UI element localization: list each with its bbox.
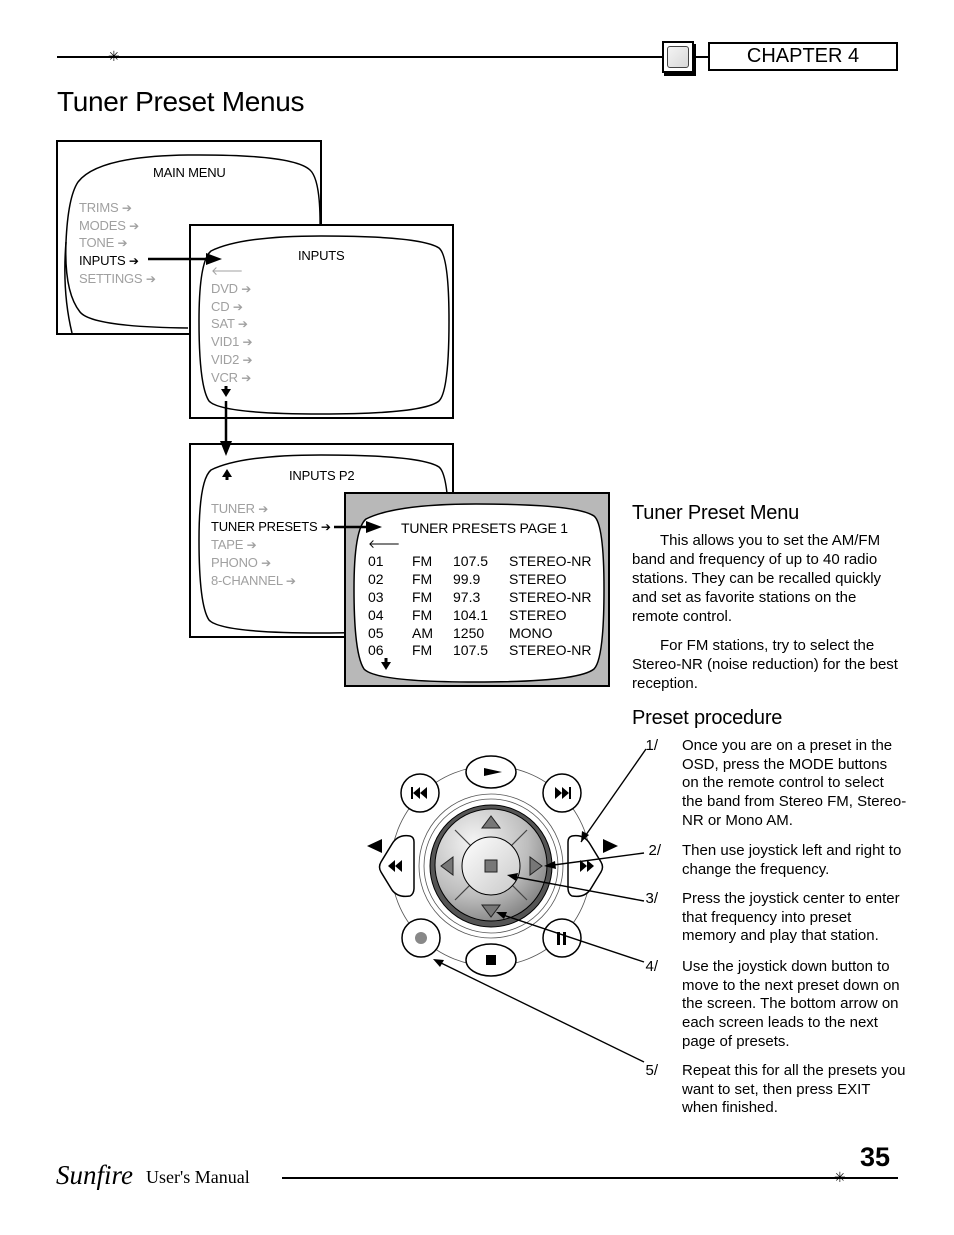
- osd-item-tuner[interactable]: TUNER ➔: [211, 500, 268, 518]
- joystick[interactable]: [429, 804, 553, 928]
- arrow-right-icon: ➔: [237, 317, 248, 331]
- arrow-right-icon: ➔: [129, 219, 139, 233]
- arrow-right-icon: ➔: [145, 272, 156, 286]
- pause-icon: [557, 932, 566, 945]
- rewind-icon: [388, 860, 402, 872]
- osd-item-cd[interactable]: CD ➔: [211, 298, 243, 316]
- osd-title: INPUTS: [298, 248, 345, 263]
- osd-item-trims[interactable]: TRIMS ➔: [79, 199, 132, 217]
- mode-left-icon[interactable]: [367, 839, 382, 853]
- osd-item-vid2[interactable]: VID2 ➔: [211, 351, 253, 369]
- pause-button[interactable]: [542, 918, 582, 958]
- connector-line: [694, 56, 708, 58]
- arrow-right-icon: ➔: [285, 574, 296, 588]
- footer-rule: [282, 1177, 898, 1179]
- chapter-label: CHAPTER 4: [708, 42, 898, 71]
- manual-label: User's Manual: [146, 1167, 250, 1187]
- mode-right-icon[interactable]: [603, 839, 618, 853]
- osd-item-phono[interactable]: PHONO ➔: [211, 554, 271, 572]
- back-arrow-icon[interactable]: 🡐: [211, 262, 243, 280]
- arrow-right-icon: ➔: [121, 201, 132, 215]
- osd-item-vid1[interactable]: VID1 ➔: [211, 333, 253, 351]
- joystick-up-icon[interactable]: [481, 815, 501, 829]
- osd-item-inputs[interactable]: INPUTS ➔: [79, 252, 139, 270]
- outer-ring: [390, 765, 592, 967]
- osd-item-sat[interactable]: SAT ➔: [211, 315, 248, 333]
- rewind-button[interactable]: [378, 834, 415, 898]
- arrow-right-icon: ➔: [128, 254, 139, 268]
- callout-line-step-5: [436, 960, 645, 1063]
- joystick-left-icon[interactable]: [440, 856, 454, 876]
- section-heading-tuner-preset-menu: Tuner Preset Menu: [632, 502, 800, 524]
- tv-icon: [662, 41, 694, 73]
- previous-icon: [411, 787, 427, 799]
- next-button[interactable]: [542, 773, 582, 813]
- play-icon: [484, 768, 502, 776]
- osd-item-modes[interactable]: MODES ➔: [79, 217, 139, 235]
- fast-forward-icon: [580, 860, 594, 872]
- osd-title: TUNER PRESETS PAGE 1: [401, 520, 568, 536]
- stop-icon: [486, 955, 496, 965]
- osd-item-8-channel[interactable]: 8-CHANNEL ➔: [211, 572, 296, 590]
- arrow-right-icon: ➔: [320, 520, 331, 534]
- arrow-right-icon: ➔: [258, 502, 269, 516]
- osd-item-tuner-presets[interactable]: TUNER PRESETS ➔: [211, 518, 331, 536]
- play-button[interactable]: [465, 755, 517, 789]
- brand-logo: Sunfire: [56, 1160, 133, 1190]
- osd-title: INPUTS P2: [289, 468, 355, 483]
- paragraph: This allows you to set the AM/FM band an…: [632, 532, 882, 625]
- osd-tuner-presets: TUNER PRESETS PAGE 1 🡐 01 FM 107.5 STERE…: [344, 492, 610, 687]
- callout-line-step-4: [499, 913, 645, 963]
- arrow-right-icon: ➔: [242, 335, 253, 349]
- page-title: Tuner Preset Menus: [57, 86, 305, 117]
- arrow-right-icon: ➔: [241, 371, 252, 385]
- arrow-right-icon: ➔: [232, 300, 243, 314]
- osd-item-vcr[interactable]: VCR ➔: [211, 369, 251, 387]
- callout-line-step-1: [580, 748, 647, 843]
- osd-item-settings[interactable]: SETTINGS ➔: [79, 270, 156, 288]
- record-button[interactable]: [401, 918, 441, 958]
- record-icon: [415, 932, 427, 944]
- callout-line-step-3: [509, 875, 645, 902]
- osd-item-tone[interactable]: TONE ➔: [79, 234, 128, 252]
- arrow-right-icon: ➔: [242, 353, 253, 367]
- osd-item-tape[interactable]: TAPE ➔: [211, 536, 257, 554]
- arrow-right-icon: ➔: [246, 538, 257, 552]
- stop-square-icon: [484, 859, 498, 873]
- arrow-right-icon: ➔: [241, 282, 252, 296]
- osd-inputs-menu: INPUTS 🡐 DVD ➔ CD ➔ SAT ➔ VID1 ➔ VID2 ➔ …: [189, 224, 454, 419]
- star-ornament-icon: ✳: [834, 1170, 846, 1186]
- section-heading-preset-procedure: Preset procedure: [632, 707, 783, 729]
- joystick-right-icon[interactable]: [529, 856, 543, 876]
- joystick-center-button[interactable]: [461, 836, 521, 896]
- arrow-right-icon: ➔: [117, 236, 128, 250]
- next-icon: [555, 787, 571, 799]
- header-rule: [57, 56, 667, 58]
- callout-line-step-2: [545, 852, 645, 867]
- arrow-right-icon: ➔: [261, 556, 271, 570]
- star-ornament-icon: ✳: [108, 49, 120, 65]
- previous-button[interactable]: [400, 773, 440, 813]
- back-arrow-icon[interactable]: 🡐: [368, 535, 400, 553]
- paragraph: For FM stations, try to select the Stere…: [632, 637, 898, 692]
- page-number: 35: [860, 1142, 891, 1172]
- osd-title: MAIN MENU: [153, 165, 226, 180]
- osd-item-dvd[interactable]: DVD ➔: [211, 280, 251, 298]
- fast-forward-button[interactable]: [567, 834, 604, 898]
- joystick-down-icon[interactable]: [481, 904, 501, 918]
- stop-button[interactable]: [465, 943, 517, 977]
